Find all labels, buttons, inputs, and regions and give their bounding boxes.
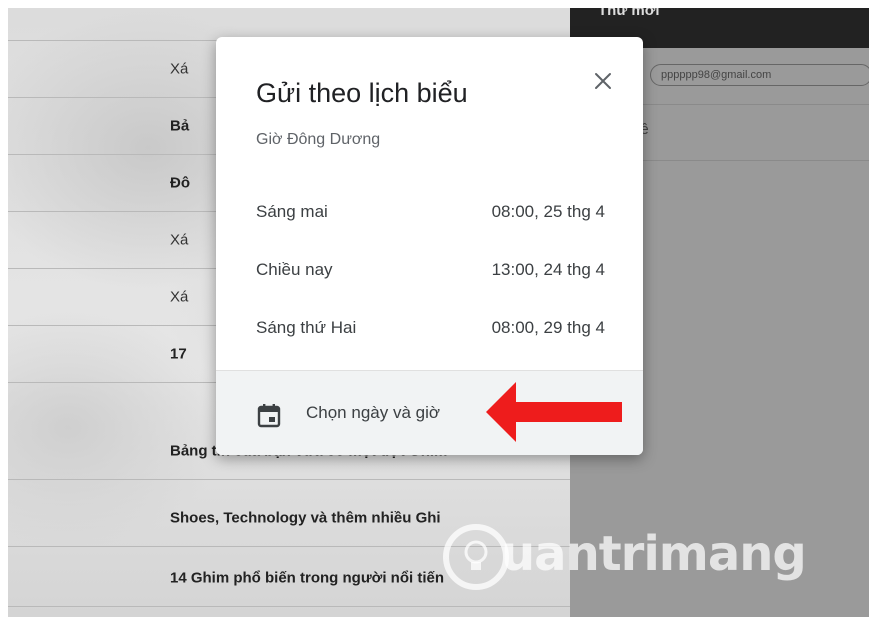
option-time: 13:00, 24 thg 4 bbox=[491, 260, 605, 279]
recipient-chip[interactable]: pppppp98@gmail.com bbox=[650, 64, 869, 86]
option-time: 08:00, 29 thg 4 bbox=[491, 318, 605, 337]
option-label: Sáng thứ Hai bbox=[256, 318, 357, 337]
mail-row-text: 14 Ghim phổ biến trong người nổi tiến bbox=[170, 569, 445, 587]
schedule-option-tomorrow-morning[interactable]: Sáng mai 08:00, 25 thg 4 bbox=[216, 183, 643, 241]
watermark-text: uantrimang bbox=[501, 526, 807, 582]
compose-title: Thư mới bbox=[598, 8, 660, 19]
option-label: Sáng mai bbox=[256, 202, 328, 221]
option-label: Chiều nay bbox=[256, 260, 333, 279]
watermark: uantrimang bbox=[443, 520, 843, 600]
mail-row-text: Xá bbox=[170, 288, 189, 306]
mail-row-text: Shoes, Technology và thêm nhiều Ghi bbox=[170, 509, 441, 527]
red-arrow-annotation bbox=[486, 382, 622, 442]
bulb-icon bbox=[443, 524, 509, 590]
close-icon bbox=[595, 73, 611, 89]
mail-row-text: 17 bbox=[170, 345, 187, 363]
pick-date-time-label: Chọn ngày và giờ bbox=[306, 403, 441, 422]
close-button[interactable] bbox=[587, 65, 619, 97]
timezone-label: Giờ Đông Dương bbox=[256, 131, 381, 148]
schedule-option-monday-morning[interactable]: Sáng thứ Hai 08:00, 29 thg 4 bbox=[216, 299, 643, 357]
mail-row-text: Bả bbox=[170, 117, 190, 135]
mail-row-text: Đô bbox=[170, 174, 190, 192]
schedule-option-this-afternoon[interactable]: Chiều nay 13:00, 24 thg 4 bbox=[216, 241, 643, 299]
mail-row-text: Xá bbox=[170, 231, 189, 249]
calendar-icon bbox=[257, 404, 281, 428]
mail-row-text: Xá bbox=[170, 60, 189, 78]
screenshot-frame: Xá Bả Đô Xá Xá 17 Bảng tin của bạn vừa c… bbox=[8, 8, 869, 617]
dialog-title: Gửi theo lịch biểu bbox=[256, 78, 468, 108]
option-time: 08:00, 25 thg 4 bbox=[491, 202, 605, 221]
